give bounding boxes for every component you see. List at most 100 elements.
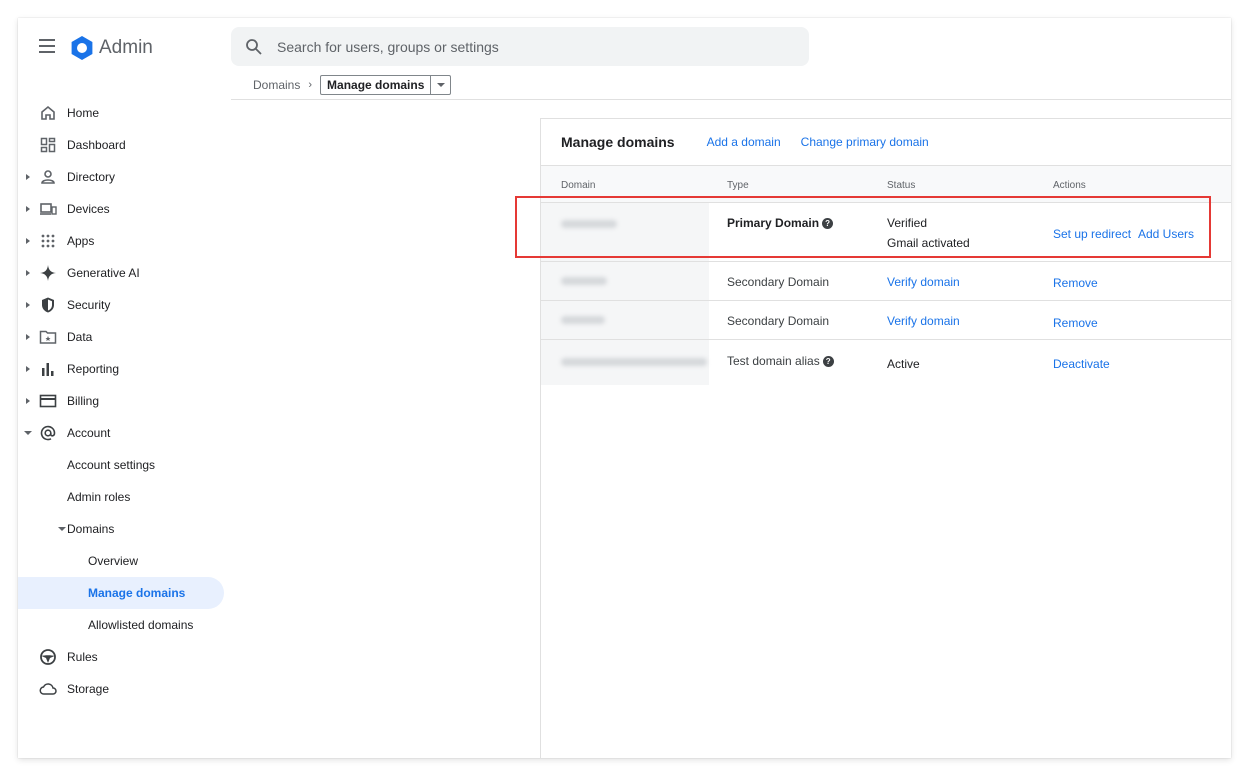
sidebar-item-security[interactable]: Security [18,289,224,321]
collapse-caret-icon[interactable] [58,527,66,531]
sidebar-item-storage[interactable]: Storage [18,673,224,705]
cloud-icon [39,683,57,695]
sparkle-icon [40,265,56,281]
sidebar-item-data[interactable]: Data [18,321,224,353]
breadcrumb-separator: › [308,79,313,91]
home-icon [41,105,55,120]
domain-type: Test domain alias [727,354,820,368]
sidebar-item-domains[interactable]: Domains [18,513,224,545]
sidebar-item-directory[interactable]: Directory [18,161,224,193]
admin-hexagon-icon [71,36,93,60]
change-primary-domain-link[interactable]: Change primary domain [801,135,929,149]
sidebar-item-overview[interactable]: Overview [18,545,224,577]
expand-caret-icon[interactable] [26,206,30,212]
sidebar-item-label: Account [67,426,111,440]
set-up-redirect-link[interactable]: Set up redirect [1053,227,1131,241]
sidebar-item-label: Account settings [67,458,156,472]
expand-caret-icon[interactable] [26,238,30,244]
domain-type: Secondary Domain [727,314,830,328]
sidebar-item-billing[interactable]: Billing [18,385,224,417]
expand-caret-icon[interactable] [26,302,30,308]
hamburger-menu-icon[interactable] [39,39,55,53]
domain-type: Secondary Domain [727,275,830,289]
search-icon [246,38,262,55]
remove-link[interactable]: Remove [1053,276,1098,290]
manage-domains-panel: Manage domains Add a domain Change prima… [540,118,1231,758]
domain-type: Primary Domain [727,216,820,230]
dropdown-arrow-icon[interactable] [430,76,450,94]
verify-domain-link[interactable]: Verify domain [887,314,960,328]
column-header-actions: Actions [1053,180,1086,191]
collapse-caret-icon[interactable] [24,431,32,435]
remove-link[interactable]: Remove [1053,316,1098,330]
person-icon [41,170,55,184]
sidebar-item-devices[interactable]: Devices [18,193,224,225]
sidebar-item-label: Security [67,298,111,312]
domain-name-redacted [541,301,709,339]
search-input[interactable] [277,38,777,55]
sidebar-item-label: Reporting [67,362,120,376]
sidebar-item-label: Allowlisted domains [88,618,194,632]
sidebar-item-dashboard[interactable]: Dashboard [18,129,224,161]
sidebar-item-label: Apps [67,234,95,248]
sidebar-item-label: Dashboard [67,138,126,152]
sidebar-item-rules[interactable]: Rules [18,641,224,673]
expand-caret-icon[interactable] [26,174,30,180]
steering-wheel-icon [40,649,56,665]
domain-status: Verified [887,216,928,230]
table-row[interactable]: Test domain alias? Active Deactivate [541,340,1231,385]
expand-caret-icon[interactable] [26,270,30,276]
shield-icon [42,297,54,313]
help-icon[interactable]: ? [822,356,834,368]
expand-caret-icon[interactable] [26,334,30,340]
expand-caret-icon[interactable] [26,366,30,372]
sidebar-item-label: Rules [67,650,98,664]
domain-name-redacted [541,340,709,385]
expand-caret-icon[interactable] [26,398,30,404]
add-users-link[interactable]: Add Users [1138,227,1194,241]
verify-domain-link[interactable]: Verify domain [887,275,960,289]
sidebar-item-label: Manage domains [88,586,186,600]
breadcrumb: Domains › Manage domains [253,75,452,95]
column-header-type[interactable]: Type [727,180,749,191]
sidebar-item-home[interactable]: Home [18,97,224,129]
sidebar-item-admin-roles[interactable]: Admin roles [18,481,224,513]
domain-name-redacted [541,203,709,261]
sidebar-item-label: Domains [67,522,115,536]
sidebar-item-allowlisted-domains[interactable]: Allowlisted domains [18,609,224,641]
sidebar-item-reporting[interactable]: Reporting [18,353,224,385]
sidebar-item-label: Devices [67,202,110,216]
domain-name-redacted [541,262,709,300]
bar-chart-icon [42,363,54,376]
add-domain-link[interactable]: Add a domain [707,135,781,149]
admin-logo[interactable]: Admin [69,35,153,61]
column-header-domain[interactable]: Domain [561,180,595,191]
admin-console-window: Admin Domains › Manage domains Home Dash… [18,18,1231,758]
sidebar-item-label: Admin roles [67,490,131,504]
sidebar-item-manage-domains[interactable]: Manage domains [18,577,224,609]
sidebar-item-account[interactable]: Account [18,417,224,449]
sidebar-item-apps[interactable]: Apps [18,225,224,257]
breadcrumb-page-select[interactable]: Manage domains [320,75,452,95]
help-icon[interactable]: ? [822,218,834,230]
panel-title: Manage domains [561,134,675,150]
dashboard-icon [40,137,56,153]
table-header: Domain Type Status Actions [541,165,1231,203]
app-title: Admin [99,37,153,58]
sidebar-item-label: Overview [88,554,139,568]
gmail-status: Gmail activated [887,236,970,250]
sidebar-item-account-settings[interactable]: Account settings [18,449,224,481]
column-header-status[interactable]: Status [887,180,915,191]
sidebar-item-label: Generative AI [67,266,140,280]
sidebar-item-label: Home [67,106,100,120]
deactivate-link[interactable]: Deactivate [1053,357,1110,371]
search-bar[interactable] [231,27,809,66]
sidebar-item-label: Data [67,330,93,344]
sidebar-item-generative-ai[interactable]: Generative AI [18,257,224,289]
sidebar-item-label: Storage [67,682,110,696]
table-row[interactable]: Primary Domain? Verified Gmail activated… [541,203,1231,262]
breadcrumb-domains[interactable]: Domains [253,78,300,92]
table-row[interactable]: Secondary Domain Verify domain Remove [541,262,1231,301]
table-row[interactable]: Secondary Domain Verify domain Remove [541,301,1231,340]
sidebar: Home Dashboard Directory Devices Apps Ge… [18,97,224,705]
